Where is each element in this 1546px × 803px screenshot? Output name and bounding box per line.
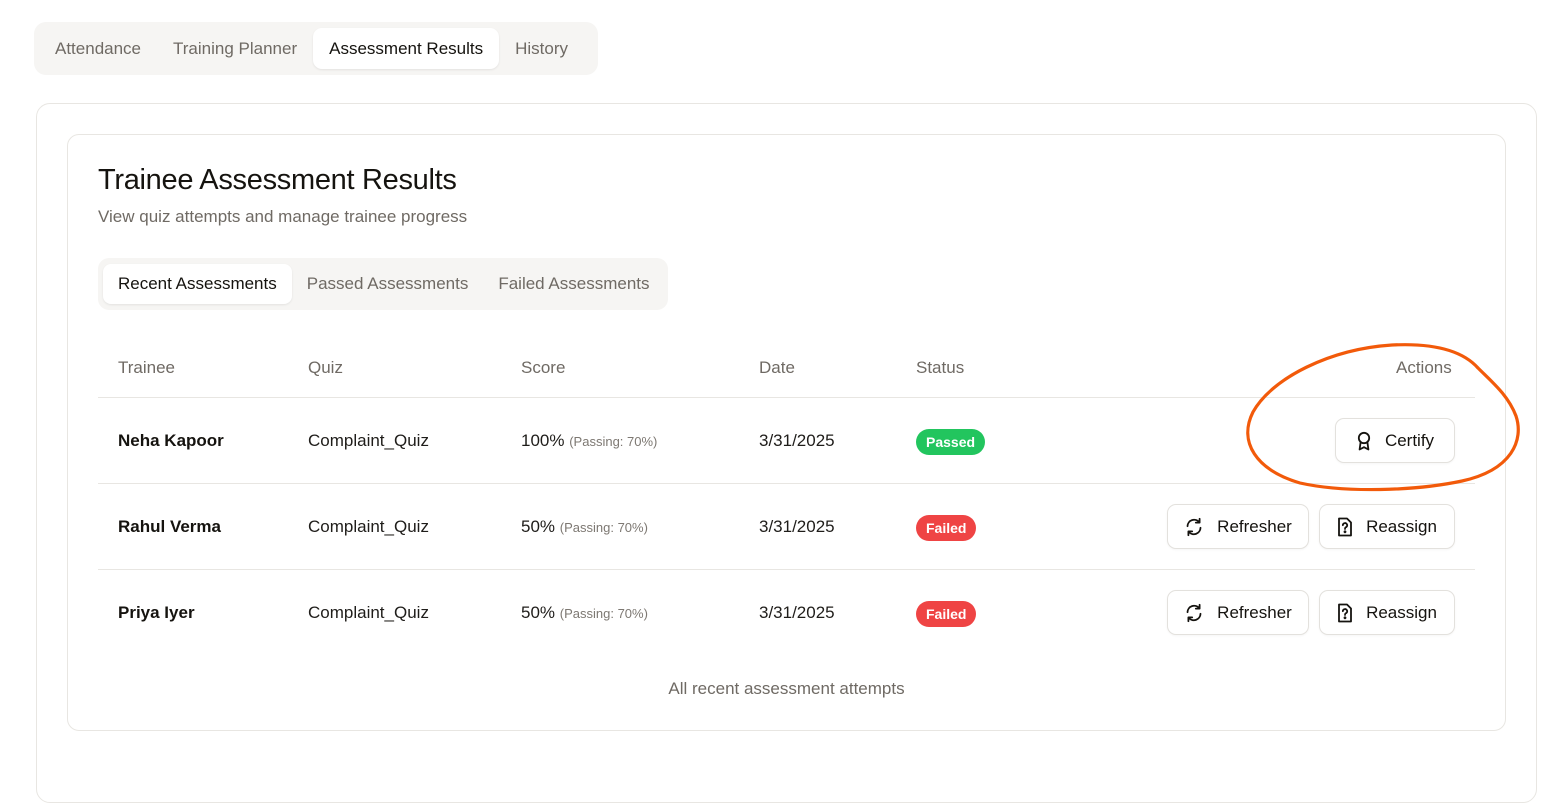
tab-passed-assessments[interactable]: Passed Assessments [292,264,484,304]
column-header-date: Date [759,358,795,377]
reassign-button[interactable]: Reassign [1319,590,1455,635]
tab-training-planner[interactable]: Training Planner [157,28,313,69]
column-header-quiz: Quiz [308,358,343,377]
passing-threshold: (Passing: 70%) [559,520,648,535]
tab-failed-assessments[interactable]: Failed Assessments [483,264,664,304]
passing-threshold: (Passing: 70%) [569,434,658,449]
assessment-filter-tabs: Recent Assessments Passed Assessments Fa… [98,258,668,310]
award-icon [1356,431,1372,451]
file-question-icon [1337,517,1353,537]
refresher-button[interactable]: Refresher [1167,504,1309,549]
refresh-icon [1184,517,1204,537]
column-header-actions: Actions [1396,358,1452,377]
refresher-label: Refresher [1217,602,1292,622]
status-badge: Failed [916,601,977,627]
score-cell: 100% (Passing: 70%) [521,431,657,451]
header-divider [98,397,1475,398]
quiz-name: Complaint_Quiz [308,431,429,450]
column-header-status: Status [916,358,965,377]
tab-assessment-results[interactable]: Assessment Results [313,28,500,69]
trainee-name: Rahul Verma [118,517,221,536]
reassign-button[interactable]: Reassign [1319,504,1455,549]
tab-recent-assessments[interactable]: Recent Assessments [103,264,292,304]
score-value: 100% [521,431,565,450]
refresh-icon [1184,603,1204,623]
reassign-label: Reassign [1366,602,1437,622]
passing-threshold: (Passing: 70%) [559,606,648,621]
quiz-name: Complaint_Quiz [308,517,429,536]
file-question-icon [1337,603,1353,623]
score-cell: 50% (Passing: 70%) [521,517,648,537]
date-cell: 3/31/2025 [759,603,835,622]
date-cell: 3/31/2025 [759,431,835,450]
trainee-name: Neha Kapoor [118,431,224,450]
tab-attendance[interactable]: Attendance [39,28,157,69]
top-tab-bar: Attendance Training Planner Assessment R… [34,22,598,75]
date-cell: 3/31/2025 [759,517,835,536]
refresher-button[interactable]: Refresher [1167,590,1309,635]
row-divider [98,483,1475,484]
score-value: 50% [521,603,556,622]
column-header-trainee: Trainee [118,358,176,377]
table-caption: All recent assessment attempts [668,679,905,698]
score-value: 50% [521,517,556,536]
row-divider [98,569,1475,570]
reassign-label: Reassign [1366,516,1437,536]
refresher-label: Refresher [1217,516,1292,536]
card-title: Trainee Assessment Results [98,164,457,196]
tab-history[interactable]: History [499,28,584,69]
card-subtitle: View quiz attempts and manage trainee pr… [98,207,468,226]
certify-label: Certify [1384,430,1435,450]
column-header-score: Score [521,358,566,377]
trainee-name: Priya Iyer [118,603,195,622]
status-badge: Failed [916,515,977,541]
status-badge: Passed [916,429,986,455]
quiz-name: Complaint_Quiz [308,603,429,622]
certify-button[interactable]: Certify [1335,418,1455,463]
score-cell: 50% (Passing: 70%) [521,603,648,623]
